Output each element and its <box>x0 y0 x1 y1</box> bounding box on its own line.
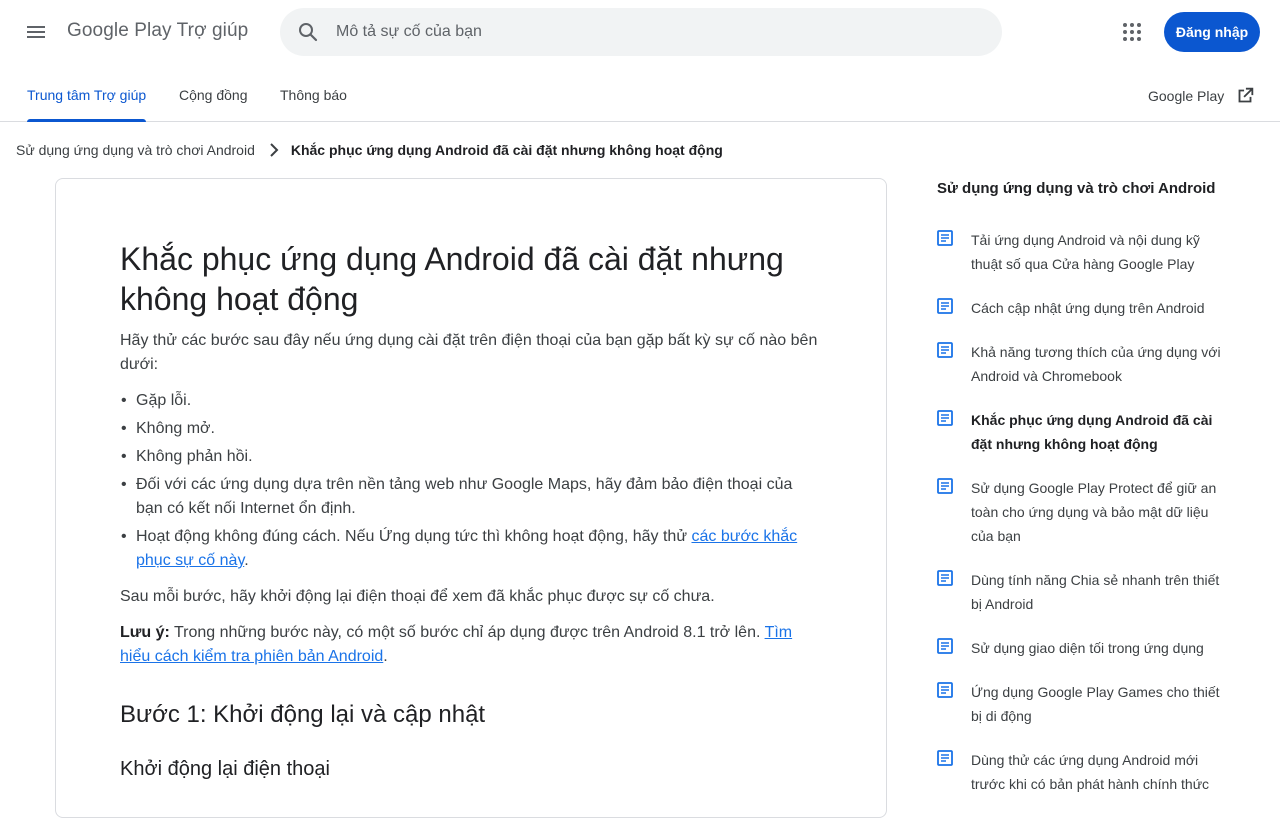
sidebar-item[interactable]: Dùng tính năng Chia sẻ nhanh trên thiết … <box>936 568 1236 616</box>
article-icon <box>937 410 953 426</box>
symptom-list: Gặp lỗi. Không mở. Không phản hồi. Đối v… <box>120 389 820 573</box>
list-item-end: . <box>244 552 249 569</box>
google-play-external-link[interactable]: Google Play <box>1148 84 1256 108</box>
related-articles-nav: Tải ứng dụng Android và nội dung kỹ thuậ… <box>936 228 1236 816</box>
note-label: Lưu ý: <box>120 624 170 641</box>
menu-icon <box>27 26 45 38</box>
list-item: Gặp lỗi. <box>120 389 820 413</box>
note-end: . <box>383 648 388 665</box>
sidebar-item[interactable]: Dùng thử các ứng dụng Android mới trước … <box>936 748 1236 796</box>
sidebar-item-current[interactable]: Khắc phục ứng dụng Android đã cài đặt nh… <box>936 408 1236 456</box>
sidebar-title: Sử dụng ứng dụng và trò chơi Android <box>937 180 1216 197</box>
tab-announcements[interactable]: Thông báo <box>280 72 347 121</box>
list-item: Hoạt động không đúng cách. Nếu Ứng dụng … <box>120 525 820 573</box>
sidebar-item-label: Dùng thử các ứng dụng Android mới trước … <box>971 752 1210 792</box>
breadcrumb-parent-link[interactable]: Sử dụng ứng dụng và trò chơi Android <box>16 142 255 158</box>
sidebar-item[interactable]: Sử dụng giao diện tối trong ứng dụng <box>936 636 1236 660</box>
article-icon <box>937 570 953 586</box>
breadcrumb: Sử dụng ứng dụng và trò chơi Android Khắ… <box>16 139 723 161</box>
tab-community[interactable]: Cộng đồng <box>179 72 248 121</box>
restart-phone-heading: Khởi động lại điện thoại <box>120 758 330 780</box>
note-paragraph: Lưu ý: Trong những bước này, có một số b… <box>120 621 820 669</box>
top-app-bar: Google Play Trợ giúp Đăng nhập <box>0 0 1280 64</box>
sidebar-item[interactable]: Cách cập nhật ứng dụng trên Android <box>936 296 1236 320</box>
sidebar-item-label: Sử dụng Google Play Protect để giữ an to… <box>971 480 1217 544</box>
article-icon <box>937 638 953 654</box>
article-icon <box>937 230 953 246</box>
sidebar-item[interactable]: Sử dụng Google Play Protect để giữ an to… <box>936 476 1236 548</box>
article-icon <box>937 478 953 494</box>
sidebar-item-label: Khả năng tương thích của ứng dụng với An… <box>971 344 1221 384</box>
article-icon <box>937 682 953 698</box>
sidebar-item-label: Sử dụng giao diện tối trong ứng dụng <box>971 640 1204 656</box>
sign-in-button[interactable]: Đăng nhập <box>1164 12 1260 52</box>
search-icon[interactable] <box>296 20 320 44</box>
search-bar[interactable] <box>280 8 1002 56</box>
article-intro: Hãy thử các bước sau đây nếu ứng dụng cà… <box>120 332 818 373</box>
article-icon <box>937 298 953 314</box>
article-icon <box>937 342 953 358</box>
sidebar-item-label: Cách cập nhật ứng dụng trên Android <box>971 300 1205 316</box>
tab-help-center[interactable]: Trung tâm Trợ giúp <box>27 72 147 122</box>
app-title[interactable]: Google Play Trợ giúp <box>67 20 248 42</box>
sidebar-item-label: Tải ứng dụng Android và nội dung kỹ thuậ… <box>971 232 1200 272</box>
after-each-step-text: Sau mỗi bước, hãy khởi động lại điện tho… <box>120 588 715 605</box>
open-in-new-icon <box>1238 87 1254 103</box>
list-item: Không phản hồi. <box>120 445 820 469</box>
search-input[interactable] <box>336 16 976 48</box>
apps-grid-icon <box>1123 23 1141 41</box>
help-center-tabs: Trung tâm Trợ giúp Cộng đồng Thông báo G… <box>0 72 1280 122</box>
list-item-text: Hoạt động không đúng cách. Nếu Ứng dụng … <box>136 528 692 545</box>
list-item: Không mở. <box>120 417 820 441</box>
breadcrumb-current: Khắc phục ứng dụng Android đã cài đặt nh… <box>290 142 723 158</box>
sidebar-item[interactable]: Tải ứng dụng Android và nội dung kỹ thuậ… <box>936 228 1236 276</box>
article-content: Khắc phục ứng dụng Android đã cài đặt nh… <box>120 239 820 783</box>
google-apps-button[interactable] <box>1116 16 1148 48</box>
step-1-heading: Bước 1: Khởi động lại và cập nhật <box>120 701 486 728</box>
sidebar-item[interactable]: Khả năng tương thích của ứng dụng với An… <box>936 340 1236 388</box>
note-text: Trong những bước này, có một số bước chỉ… <box>169 624 765 641</box>
sidebar-item-label: Khắc phục ứng dụng Android đã cài đặt nh… <box>971 412 1213 452</box>
sidebar-item-label: Ứng dụng Google Play Games cho thiết bị … <box>971 684 1220 724</box>
chevron-right-icon <box>269 143 279 157</box>
sidebar-item-label: Dùng tính năng Chia sẻ nhanh trên thiết … <box>971 572 1220 612</box>
main-menu-button[interactable] <box>20 16 52 48</box>
google-play-link-label: Google Play <box>1148 88 1225 104</box>
article-card: Khắc phục ứng dụng Android đã cài đặt nh… <box>55 178 887 818</box>
page-title: Khắc phục ứng dụng Android đã cài đặt nh… <box>120 241 784 317</box>
sidebar-item[interactable]: Ứng dụng Google Play Games cho thiết bị … <box>936 680 1236 728</box>
list-item: Đối với các ứng dụng dựa trên nền tảng w… <box>120 473 820 521</box>
article-icon <box>937 750 953 766</box>
